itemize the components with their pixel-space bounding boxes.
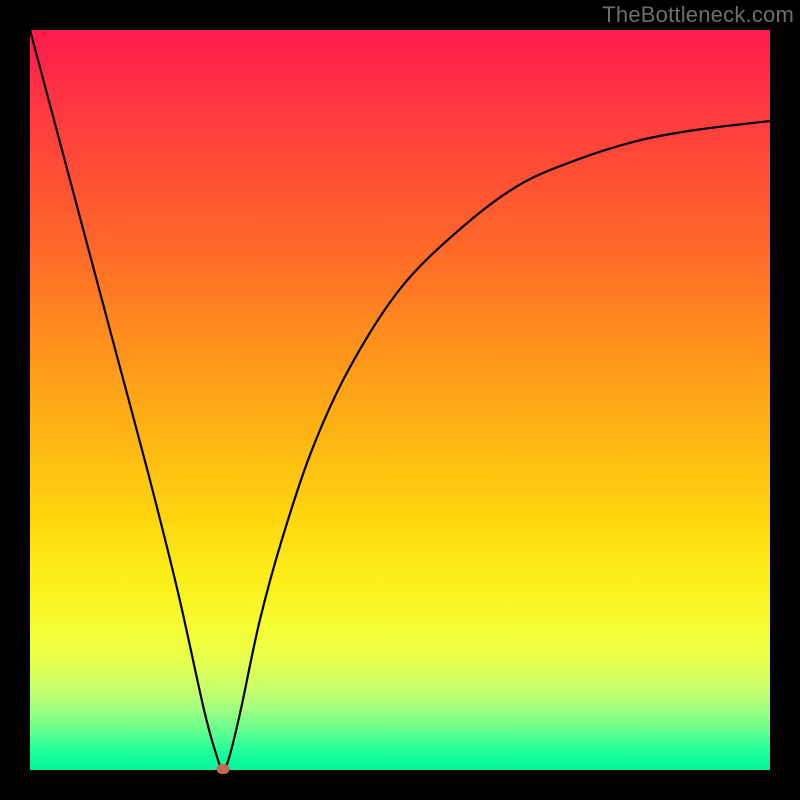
chart-frame: TheBottleneck.com [0,0,800,800]
bottleneck-curve [30,30,770,770]
plot-area [30,30,770,770]
min-point-marker [217,764,230,774]
curve-path [30,30,770,770]
watermark-text: TheBottleneck.com [602,2,794,28]
